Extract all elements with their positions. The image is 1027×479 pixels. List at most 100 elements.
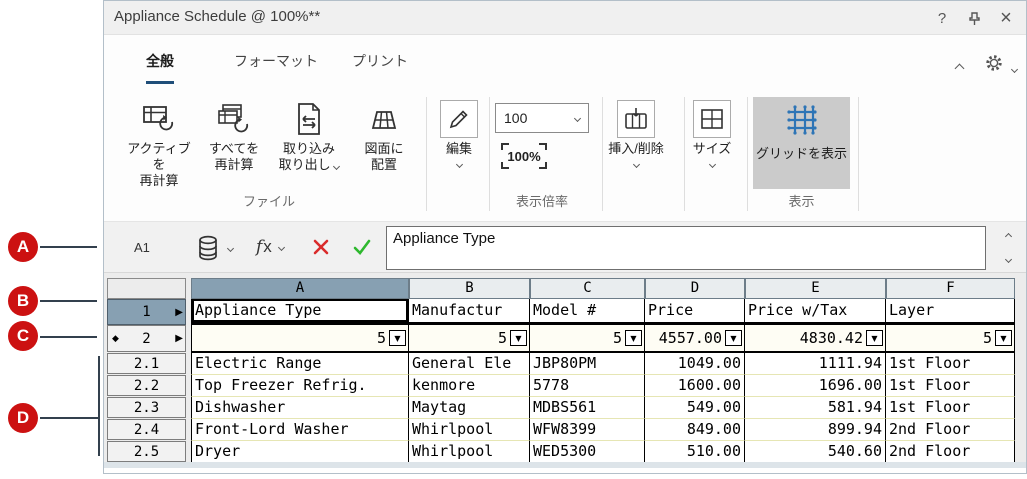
tab-general[interactable]: 全般 [146,51,174,84]
cell[interactable]: 540.60 [745,441,886,463]
pin-icon[interactable] [962,7,986,29]
help-icon[interactable]: ? [930,7,954,29]
cell[interactable]: 1049.00 [645,353,745,375]
place-on-drawing-button[interactable]: 図面に 配置 [347,97,421,173]
cell[interactable]: 849.00 [645,419,745,441]
cell[interactable]: 5778 [530,375,645,397]
size-button[interactable]: サイズ [675,97,749,169]
cell-a2[interactable]: 5 ▼ [191,325,409,353]
cell-d2[interactable]: 4557.00 ▼ [645,325,745,353]
formula-input[interactable]: Appliance Type [386,226,986,270]
row-header-2-3[interactable]: 2.3 [107,397,186,418]
cell[interactable]: Dishwasher [191,397,409,419]
cell[interactable]: 1696.00 [745,375,886,397]
row-header-2-4[interactable]: 2.4 [107,419,186,440]
window-bottom-edge [104,462,1026,468]
cell[interactable]: kenmore [409,375,530,397]
tab-print[interactable]: プリント [352,51,408,81]
dropdown-arrow-icon[interactable]: ▼ [995,330,1012,346]
cell[interactable]: WFW8399 [530,419,645,441]
cell[interactable]: Whirlpool [409,419,530,441]
dropdown-arrow-icon[interactable]: ▼ [389,330,406,346]
column-header-d[interactable]: D [645,278,745,299]
gear-icon[interactable] [984,53,1004,73]
recalculate-all-button[interactable]: すべてを 再計算 [197,97,271,173]
grid-icon [786,105,817,135]
callout-b-line [40,300,97,302]
row-marker-icon: ▶ [175,333,183,344]
edit-button[interactable]: 編集 [422,97,496,169]
cell[interactable]: 1st Floor [886,353,1015,375]
cell-f1[interactable]: Layer [886,299,1015,325]
zoom-combobox[interactable]: 100 [495,103,589,133]
collapse-ribbon-icon[interactable] [954,59,965,77]
cell[interactable]: General Ele [409,353,530,375]
gear-dropdown-icon[interactable] [1010,59,1019,77]
ribbon: アクティブを 再計算 すべてを 再計算 取り込み 取り出し 図面に 配置 ファイ… [104,91,1026,221]
cell[interactable]: 549.00 [645,397,745,419]
cell-f2[interactable]: 5 ▼ [886,325,1015,353]
row-header-2[interactable]: ◆ 2 ▶ [107,325,186,352]
formula-bar-spinner[interactable] [998,230,1018,266]
dropdown-arrow-icon[interactable]: ▼ [866,330,883,346]
perspective-table-icon [367,97,401,141]
cell[interactable]: Front-Lord Washer [191,419,409,441]
spinner-up-icon[interactable] [1004,232,1012,241]
cell[interactable]: 581.94 [745,397,886,419]
cell[interactable]: 2nd Floor [886,419,1015,441]
recalculate-active-button[interactable]: アクティブを 再計算 [122,97,196,189]
cell-d1[interactable]: Price [645,299,745,325]
cell[interactable]: 899.94 [745,419,886,441]
column-header-e[interactable]: E [745,278,886,299]
zoom-reset-button[interactable]: 100% [498,141,550,171]
cell[interactable]: 1600.00 [645,375,745,397]
spinner-down-icon[interactable] [1004,255,1012,264]
cell[interactable]: 510.00 [645,441,745,463]
cell-c2[interactable]: 5 ▼ [530,325,645,353]
cell-e1[interactable]: Price w/Tax [745,299,886,325]
cell[interactable]: Whirlpool [409,441,530,463]
row-header-2-5[interactable]: 2.5 [107,441,186,462]
cancel-entry-button[interactable] [312,238,330,256]
dropdown-arrow-icon[interactable]: ▼ [510,330,527,346]
dropdown-arrow-icon[interactable]: ▼ [725,330,742,346]
cell[interactable]: Top Freezer Refrig. [191,375,409,397]
callout-c: C [8,321,38,351]
cell-b1[interactable]: Manufactur [409,299,530,325]
row-header-1[interactable]: 1 ▶ [107,299,186,325]
row-header-2-1[interactable]: 2.1 [107,353,186,374]
cell-a1[interactable]: Appliance Type [191,299,409,325]
cell[interactable]: Maytag [409,397,530,419]
function-menu-button[interactable]: fx [256,237,285,257]
column-header-a[interactable]: A [191,278,409,299]
database-chevron-icon [226,244,235,252]
cell[interactable]: Electric Range [191,353,409,375]
tab-format[interactable]: フォーマット [234,51,318,81]
database-menu-button[interactable] [196,234,235,262]
accept-entry-button[interactable] [352,238,372,256]
dropdown-arrow-icon[interactable]: ▼ [625,330,642,346]
cell-e2[interactable]: 4830.42 ▼ [745,325,886,353]
cell[interactable]: JBP80PM [530,353,645,375]
title-bar[interactable]: Appliance Schedule @ 100%** ? × [104,1,1026,35]
select-all-corner[interactable] [107,278,186,299]
row-header-2-2[interactable]: 2.2 [107,375,186,396]
close-icon[interactable]: × [994,7,1018,29]
show-grid-toggle[interactable]: グリッドを表示 [753,97,850,189]
column-header-f[interactable]: F [886,278,1015,299]
cell-b2[interactable]: 5 ▼ [409,325,530,353]
import-export-button[interactable]: 取り込み 取り出し [272,97,346,173]
column-header-c[interactable]: C [530,278,645,299]
cell[interactable]: 1st Floor [886,375,1015,397]
cell[interactable]: WED5300 [530,441,645,463]
cell[interactable]: 1st Floor [886,397,1015,419]
cell[interactable]: 1111.94 [745,353,886,375]
cell[interactable]: Dryer [191,441,409,463]
column-header-b[interactable]: B [409,278,530,299]
cell[interactable]: MDBS561 [530,397,645,419]
zoom-group-label: 表示倍率 [515,194,568,209]
table-row: 2.1 Electric Range General Ele JBP80PM 1… [106,353,1015,375]
insert-delete-button[interactable]: 挿入/削除 [599,97,673,169]
cell-c1[interactable]: Model # [530,299,645,325]
cell[interactable]: 2nd Floor [886,441,1015,463]
